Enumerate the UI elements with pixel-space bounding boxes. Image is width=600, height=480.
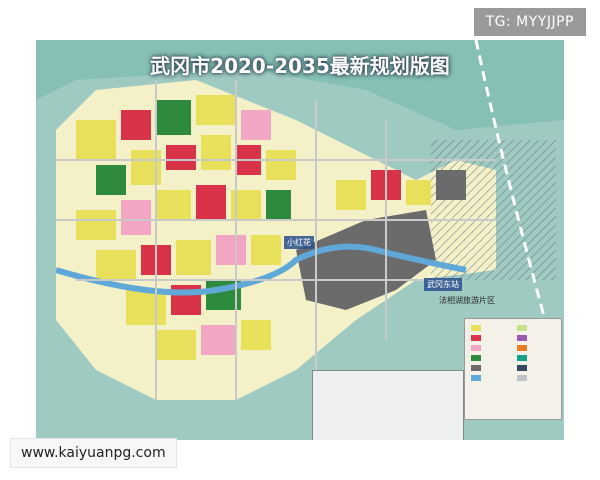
map-label-xiaohonghua: 小红花 — [284, 236, 314, 249]
tg-watermark: TG: MYYJJPP — [473, 8, 586, 36]
planning-map: 武冈市2020-2035最新规划版图 小红花 武冈东站 法相湖旅游片区 — [36, 40, 564, 440]
map-label-xinzhan: 法相湖旅游片区 — [439, 296, 495, 305]
map-title: 武冈市2020-2035最新规划版图 — [150, 54, 450, 78]
screenshot-canvas: TG: MYYJJPP 武冈市2020-2035最新规划版图 小红花 武冈东站 … — [0, 0, 600, 480]
land-use-table — [312, 370, 464, 440]
source-url-watermark: www.kaiyuanpg.com — [10, 438, 177, 468]
legend-swatches — [471, 325, 527, 381]
map-label-wugang-east: 武冈东站 — [424, 278, 462, 291]
map-legend — [464, 318, 562, 420]
